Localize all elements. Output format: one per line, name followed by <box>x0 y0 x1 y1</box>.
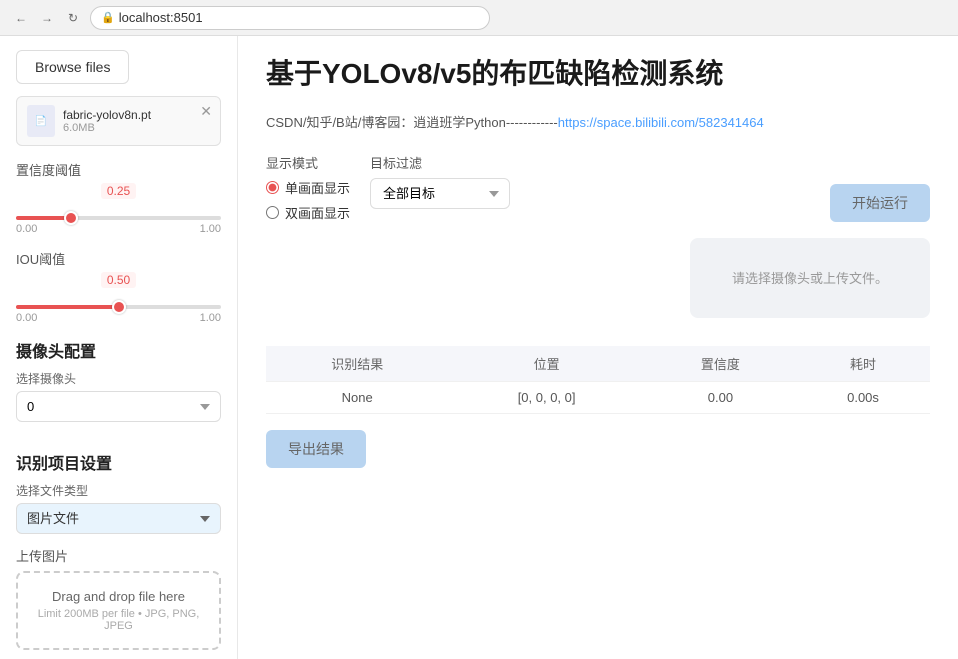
dropzone[interactable]: Drag and drop file here Limit 200MB per … <box>16 571 221 650</box>
detection-section-title: 识别项目设置 <box>16 450 221 474</box>
url-text: localhost:8501 <box>119 10 203 25</box>
confidence-section: 置信度阈值 0.25 0.00 1.00 <box>16 160 221 235</box>
right-panel: 基于YOLOv8/v5的布匹缺陷检测系统 CSDN/知乎/B站/博客园：逍逍班学… <box>238 36 958 659</box>
col-header-result: 识别结果 <box>266 346 448 382</box>
col-header-time: 耗时 <box>796 346 930 382</box>
camera-select-label: 选择摄像头 <box>16 370 221 387</box>
confidence-slider[interactable] <box>16 216 221 220</box>
upload-label: 上传图片 <box>16 546 221 565</box>
camera-section-title: 摄像头配置 <box>16 338 221 362</box>
results-table: 识别结果 位置 置信度 耗时 None [0, 0, 0, 0] 0.00 0.… <box>266 346 930 414</box>
radio-double[interactable]: 双画面显示 <box>266 203 350 222</box>
left-panel: Browse files 📄 fabric-yolov8n.pt 6.0MB ✕… <box>0 36 238 659</box>
cell-position: [0, 0, 0, 0] <box>448 382 644 414</box>
preview-area: 请选择摄像头或上传文件。 <box>690 238 930 318</box>
radio-double-input[interactable] <box>266 206 279 219</box>
iou-label: IOU阈值 <box>16 249 221 268</box>
file-size: 6.0MB <box>63 122 210 134</box>
radio-single[interactable]: 单画面显示 <box>266 178 350 197</box>
iou-min: 0.00 <box>16 312 37 324</box>
file-name: fabric-yolov8n.pt <box>63 108 210 122</box>
dropzone-hint: Limit 200MB per file • JPG, PNG, JPEG <box>34 608 203 632</box>
iou-value: 0.50 <box>101 272 136 288</box>
main-layout: Browse files 📄 fabric-yolov8n.pt 6.0MB ✕… <box>0 36 958 659</box>
iou-section: IOU阈值 0.50 0.00 1.00 <box>16 249 221 324</box>
confidence-max: 1.00 <box>200 223 221 235</box>
file-close-button[interactable]: ✕ <box>200 103 212 120</box>
app-title: 基于YOLOv8/v5的布匹缺陷检测系统 <box>266 56 930 92</box>
start-button[interactable]: 开始运行 <box>830 184 930 222</box>
confidence-min: 0.00 <box>16 223 37 235</box>
controls-outer: 显示模式 单画面显示 双画面显示 目标过滤 全部目标 <box>266 153 930 222</box>
camera-select[interactable]: 0 1 2 <box>16 391 221 422</box>
dropzone-text: Drag and drop file here <box>34 589 203 604</box>
cell-time: 0.00s <box>796 382 930 414</box>
file-type-select[interactable]: 图片文件 视频文件 <box>16 503 221 534</box>
confidence-value: 0.25 <box>101 183 136 199</box>
col-header-confidence: 置信度 <box>645 346 796 382</box>
radio-double-label: 双画面显示 <box>285 203 350 222</box>
iou-max: 1.00 <box>200 312 221 324</box>
app-subtitle: CSDN/知乎/B站/博客园：逍逍班学Python------------htt… <box>266 112 930 131</box>
browse-files-top-button[interactable]: Browse files <box>16 50 129 84</box>
radio-group: 单画面显示 双画面显示 <box>266 178 350 222</box>
target-label: 目标过滤 <box>370 153 510 172</box>
file-info: fabric-yolov8n.pt 6.0MB <box>63 108 210 134</box>
cell-confidence: 0.00 <box>645 382 796 414</box>
display-mode-label: 显示模式 <box>266 153 350 172</box>
file-item: 📄 fabric-yolov8n.pt 6.0MB ✕ <box>16 96 221 146</box>
preview-text: 请选择摄像头或上传文件。 <box>732 269 888 289</box>
cell-result: None <box>266 382 448 414</box>
back-button[interactable]: ← <box>12 9 30 27</box>
target-select[interactable]: 全部目标 <box>370 178 510 209</box>
lock-icon: 🔒 <box>101 11 115 24</box>
iou-slider[interactable] <box>16 305 221 309</box>
col-header-position: 位置 <box>448 346 644 382</box>
forward-button[interactable]: → <box>38 9 56 27</box>
radio-single-input[interactable] <box>266 181 279 194</box>
table-row: None [0, 0, 0, 0] 0.00 0.00s <box>266 382 930 414</box>
target-filter-group: 目标过滤 全部目标 <box>370 153 510 209</box>
export-button[interactable]: 导出结果 <box>266 430 366 468</box>
file-icon: 📄 <box>27 105 55 137</box>
address-bar[interactable]: 🔒 localhost:8501 <box>90 6 490 30</box>
browser-chrome: ← → ↻ 🔒 localhost:8501 <box>0 0 958 36</box>
refresh-button[interactable]: ↻ <box>64 9 82 27</box>
radio-single-label: 单画面显示 <box>285 178 350 197</box>
confidence-label: 置信度阈值 <box>16 160 221 179</box>
display-mode-group: 显示模式 单画面显示 双画面显示 <box>266 153 350 222</box>
subtitle-prefix: CSDN/知乎/B站/博客园：逍逍班学Python------------ <box>266 115 558 130</box>
subtitle-link[interactable]: https://space.bilibili.com/582341464 <box>558 115 764 130</box>
file-type-label: 选择文件类型 <box>16 482 221 499</box>
